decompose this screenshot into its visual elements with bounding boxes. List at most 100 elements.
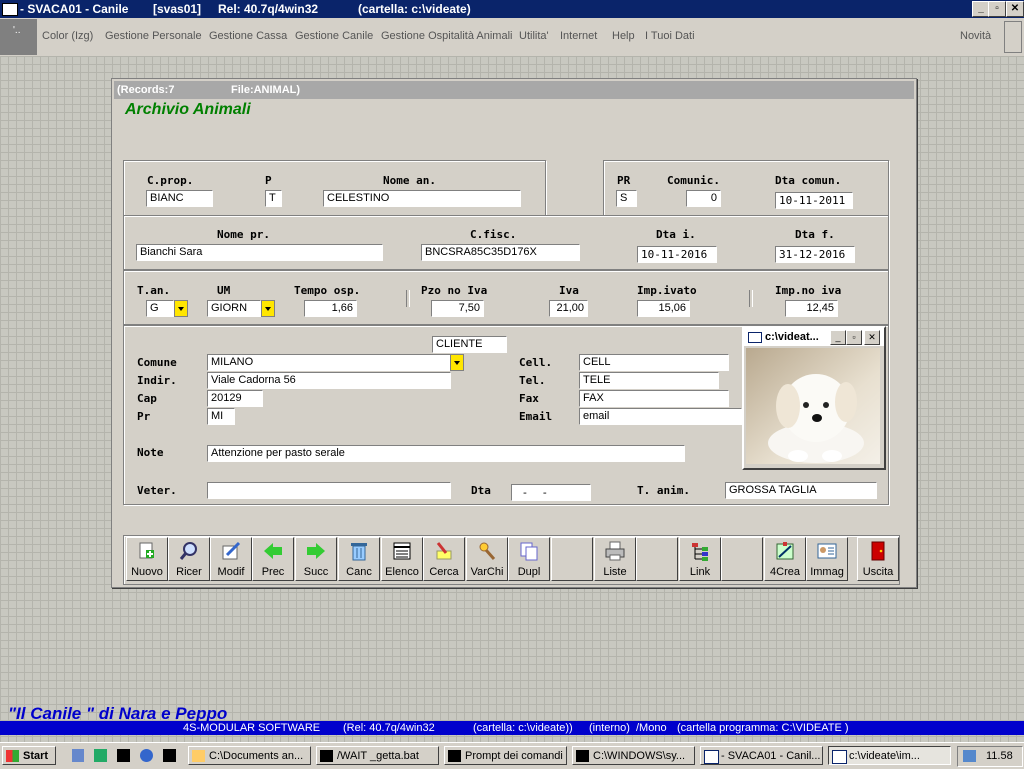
- prov-field[interactable]: MI: [207, 408, 235, 425]
- link-button[interactable]: Link: [679, 537, 721, 581]
- tan-field[interactable]: G: [146, 300, 174, 317]
- dta-i-field[interactable]: 10-11-2016: [637, 246, 717, 263]
- um-field[interactable]: GIORN: [207, 300, 261, 317]
- iva-field[interactable]: 21,00: [549, 300, 588, 317]
- app-icon: [2, 3, 18, 16]
- picture-window[interactable]: c:\videat... _ ▫ ✕: [742, 326, 886, 470]
- dta-comun-field[interactable]: 10-11-2011: [775, 192, 853, 209]
- console-icon[interactable]: [117, 749, 130, 762]
- succ-button[interactable]: Succ: [295, 537, 337, 581]
- page-title: Archivio Animali: [125, 101, 251, 118]
- tan-dropdown-icon[interactable]: [174, 300, 188, 317]
- dta-field[interactable]: - -: [511, 484, 591, 501]
- imp-ivato-field[interactable]: 15,06: [637, 300, 690, 317]
- task-wait-getta[interactable]: /WAIT _getta.bat: [316, 746, 439, 765]
- pzo-no-iva-field[interactable]: 7,50: [431, 300, 484, 317]
- indir-field[interactable]: Viale Cadorna 56: [207, 372, 451, 389]
- empty-button[interactable]: [721, 537, 763, 581]
- label-imp-ivato: Imp.ivato: [637, 284, 697, 297]
- start-button[interactable]: Start: [2, 746, 56, 765]
- task-windows-sys[interactable]: C:\WINDOWS\sy...: [572, 746, 695, 765]
- imp-no-iva-field[interactable]: 12,45: [785, 300, 838, 317]
- email-field[interactable]: email: [579, 408, 742, 425]
- nome-an-field[interactable]: CELESTINO: [323, 190, 521, 207]
- cap-field[interactable]: 20129: [207, 390, 263, 407]
- menu-i-tuoi-dati[interactable]: I Tuoi Dati: [645, 30, 695, 42]
- label-dta-comun: Dta comun.: [775, 174, 842, 187]
- varchi-button[interactable]: VarChi: [466, 537, 508, 581]
- comune-field[interactable]: MILANO: [207, 354, 451, 371]
- tel-field[interactable]: TELE: [579, 372, 719, 389]
- canc-button[interactable]: Canc: [338, 537, 380, 581]
- liste-button[interactable]: Liste: [594, 537, 636, 581]
- dupl-button[interactable]: Dupl: [508, 537, 550, 581]
- empty-button[interactable]: [636, 537, 678, 581]
- empty-button[interactable]: [551, 537, 593, 581]
- task-videate-image-label: c:\videate\im...: [849, 750, 920, 762]
- prec-button[interactable]: Prec: [252, 537, 294, 581]
- menu-internet[interactable]: Internet: [560, 30, 597, 42]
- console-icon[interactable]: [163, 749, 176, 762]
- label-cell: Cell.: [519, 356, 553, 369]
- close-icon[interactable]: ✕: [1006, 1, 1024, 17]
- minimize-icon[interactable]: _: [830, 330, 846, 345]
- console-icon: [576, 750, 589, 762]
- task-svaca01[interactable]: - SVACA01 - Canil...: [700, 746, 823, 765]
- cell-field[interactable]: CELL: [579, 354, 729, 371]
- um-dropdown-icon[interactable]: [261, 300, 275, 317]
- tempo-osp-field[interactable]: 1,66: [304, 300, 357, 317]
- 4crea-button[interactable]: 4Crea: [764, 537, 806, 581]
- menu-color[interactable]: Color (Izg): [42, 30, 93, 42]
- picture-window-title-bar[interactable]: c:\videat... _ ▫ ✕: [744, 328, 884, 346]
- maximize-icon[interactable]: ▫: [988, 1, 1006, 17]
- t-anim-field[interactable]: GROSSA TAGLIA: [725, 482, 877, 499]
- menu-gestione-cassa[interactable]: Gestione Cassa: [209, 30, 287, 42]
- task-videate-image[interactable]: c:\videate\im...: [828, 746, 951, 765]
- canc-label: Canc: [346, 566, 372, 578]
- excel-icon[interactable]: [94, 749, 107, 762]
- records-bar: (Records:7 File:ANIMAL): [114, 81, 914, 99]
- comunic-field[interactable]: 0: [686, 190, 721, 207]
- task-documents[interactable]: C:\Documents an...: [188, 746, 311, 765]
- menu-extra-button[interactable]: [1004, 21, 1022, 53]
- menu-utilita[interactable]: Utilita': [519, 30, 549, 42]
- p-field[interactable]: T: [265, 190, 282, 207]
- ricer-button[interactable]: Ricer: [168, 537, 210, 581]
- menu-gestione-canile[interactable]: Gestione Canile: [295, 30, 373, 42]
- new-record-icon: [139, 542, 154, 559]
- dupl-label: Dupl: [517, 566, 541, 578]
- label-tel: Tel.: [519, 374, 546, 387]
- modif-button[interactable]: Modif: [210, 537, 252, 581]
- cliente-field[interactable]: CLIENTE: [432, 336, 507, 353]
- window-title-bar[interactable]: - SVACA01 - Canile [svas01] Rel: 40.7q/4…: [0, 0, 1024, 18]
- cprop-field[interactable]: BIANC: [146, 190, 213, 207]
- note-field[interactable]: Attenzione per pasto serale: [207, 445, 685, 462]
- puppy-image: [746, 348, 880, 464]
- task-prompt[interactable]: Prompt dei comandi: [444, 746, 567, 765]
- menu-gestione-personale[interactable]: Gestione Personale: [105, 30, 202, 42]
- nome-pr-field[interactable]: Bianchi Sara: [136, 244, 383, 261]
- label-t-anim: T. anim.: [637, 484, 690, 497]
- fax-field[interactable]: FAX: [579, 390, 729, 407]
- windows-logo-icon: [6, 750, 19, 762]
- uscita-button[interactable]: Uscita: [857, 537, 899, 581]
- menu-help[interactable]: Help: [612, 30, 635, 42]
- comune-dropdown-icon[interactable]: [450, 354, 464, 371]
- quicklaunch-icon[interactable]: [72, 749, 84, 762]
- menu-logo-icon[interactable]: '..: [0, 19, 37, 55]
- immag-button[interactable]: Immag: [806, 537, 848, 581]
- network-icon[interactable]: [963, 750, 976, 762]
- veter-field[interactable]: [207, 482, 451, 499]
- nuovo-button[interactable]: Nuovo: [126, 537, 168, 581]
- elenco-button[interactable]: Elenco: [381, 537, 423, 581]
- browser-icon[interactable]: [140, 749, 153, 762]
- menu-novita[interactable]: Novità: [960, 30, 991, 42]
- dta-f-field[interactable]: 31-12-2016: [775, 246, 855, 263]
- close-icon[interactable]: ✕: [864, 330, 880, 345]
- edit-icon: [222, 541, 241, 560]
- pr-field[interactable]: S: [616, 190, 637, 207]
- menu-gestione-ospitalita[interactable]: Gestione Ospitalità Animali: [381, 30, 512, 42]
- cerca-button[interactable]: Cerca: [423, 537, 465, 581]
- cfisc-field[interactable]: BNCSRA85C35D176X: [421, 244, 580, 261]
- maximize-icon[interactable]: ▫: [846, 330, 862, 345]
